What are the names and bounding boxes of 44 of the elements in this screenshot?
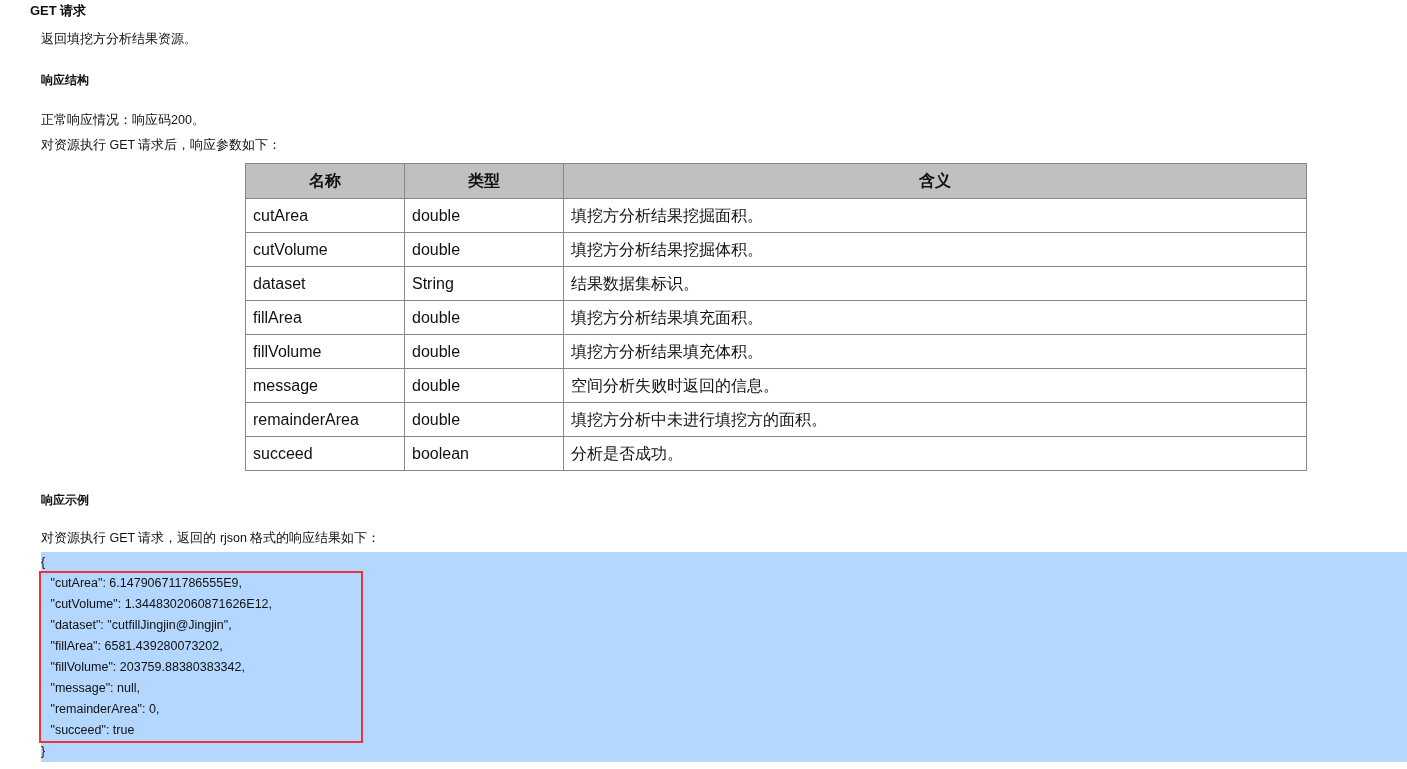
table-cell: 填挖方分析结果挖掘面积。 [563,198,1307,233]
code-line: "fillVolume": 203759.88380383342, [49,659,245,676]
table-cell: double [404,300,564,335]
table-cell: cutArea [245,198,405,233]
code-line: } [41,743,46,760]
table-cell: succeed [245,436,405,471]
description-text: 返回填挖方分析结果资源。 [41,31,197,48]
code-line: "cutVolume": 1.3448302060871626E12, [49,596,273,613]
code-line: "remainderArea": 0, [49,701,160,718]
table-cell: 填挖方分析中未进行填挖方的面积。 [563,402,1307,437]
code-line: "cutArea": 6.147906711786555E9, [49,575,242,592]
body-text: 正常响应情况：响应码200。 [41,111,205,129]
subsection-heading: 响应示例 [41,492,89,510]
table-cell: 分析是否成功。 [563,436,1307,471]
table-cell: dataset [245,266,405,301]
column-header: 含义 [563,163,1307,199]
code-line: "dataset": "cutfillJingjin@Jingjin", [49,617,232,634]
table-cell: 结果数据集标识。 [563,266,1307,301]
table-cell: fillVolume [245,334,405,369]
code-line: "message": null, [49,680,140,697]
table-cell: 填挖方分析结果填充面积。 [563,300,1307,335]
table-cell: String [404,266,564,301]
table-cell: boolean [404,436,564,471]
table-cell: double [404,232,564,267]
table-cell: double [404,402,564,437]
table-cell: cutVolume [245,232,405,267]
table-cell: message [245,368,405,403]
table-cell: double [404,334,564,369]
table-cell: double [404,198,564,233]
column-header: 类型 [404,163,564,199]
table-cell: fillArea [245,300,405,335]
body-text: 对资源执行 GET 请求，返回的 rjson 格式的响应结果如下： [41,530,381,548]
code-line: { [41,554,46,571]
code-line: "fillArea": 6581.439280073202, [49,638,223,655]
body-text: 对资源执行 GET 请求后，响应参数如下： [41,136,282,154]
table-cell: 空间分析失败时返回的信息。 [563,368,1307,403]
code-line: "succeed": true [49,722,135,739]
column-header: 名称 [245,163,405,199]
section-title: GET 请求 [30,2,87,20]
table-cell: 填挖方分析结果挖掘体积。 [563,232,1307,267]
table-cell: remainderArea [245,402,405,437]
subsection-heading: 响应结构 [41,71,89,89]
table-cell: double [404,368,564,403]
table-cell: 填挖方分析结果填充体积。 [563,334,1307,369]
